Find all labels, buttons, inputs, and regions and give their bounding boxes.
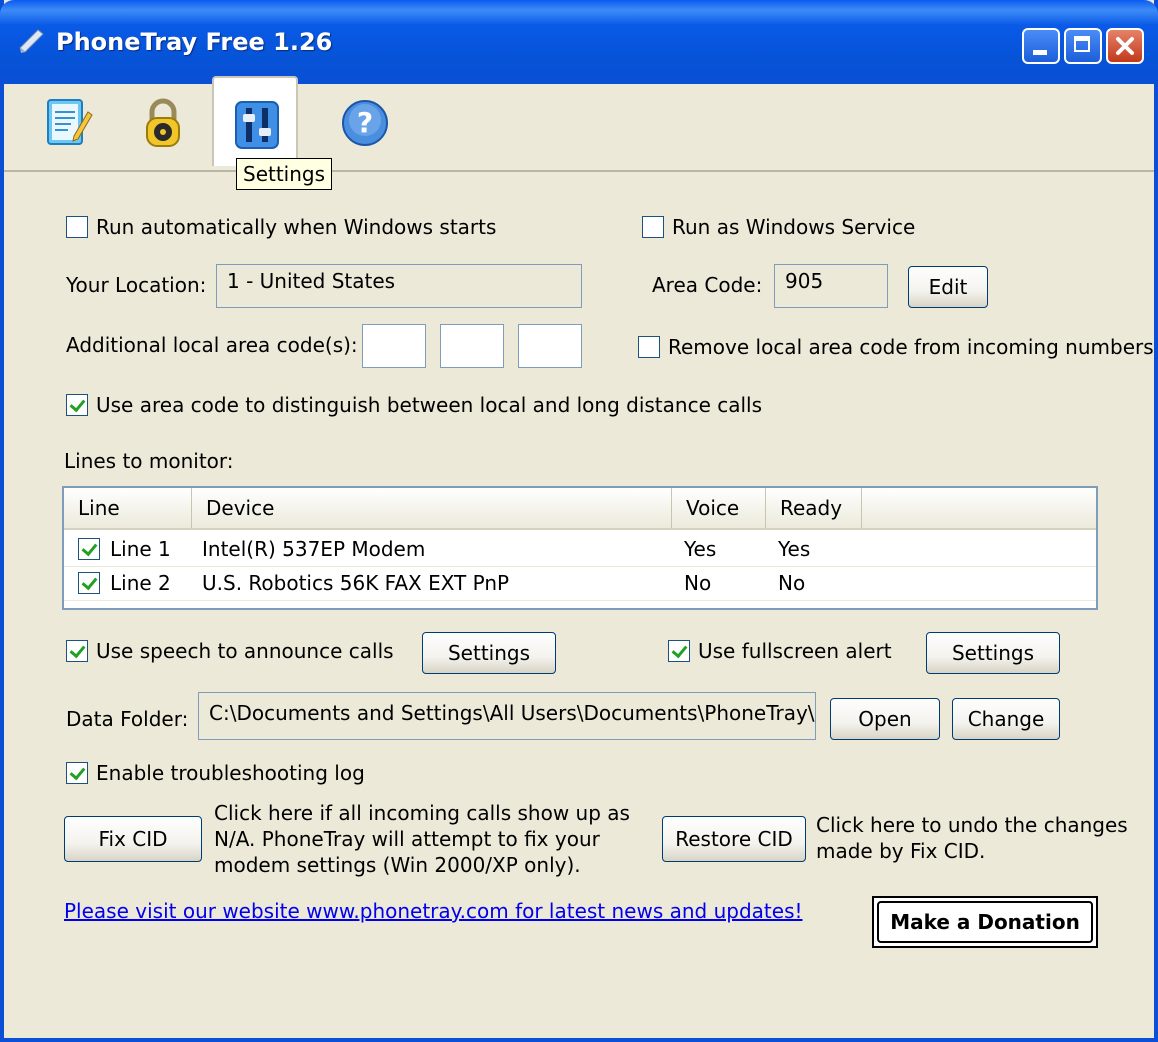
website-link[interactable]: Please visit our website www.phonetray.c…	[64, 898, 803, 924]
tool-help[interactable]: ?	[320, 76, 406, 166]
table-header: Line Device Voice Ready	[64, 488, 1096, 530]
restore-cid-description: Click here to undo the changes made by F…	[816, 812, 1128, 864]
donate-label: Make a Donation	[877, 901, 1093, 943]
tool-settings[interactable]	[212, 76, 298, 166]
column-header-line[interactable]: Line	[64, 488, 192, 528]
restore-cid-text-line: Click here to undo the changes	[816, 813, 1128, 837]
notepad-icon	[47, 99, 93, 145]
ready-cell: Yes	[778, 537, 811, 561]
remove-local-checkbox[interactable]	[638, 336, 660, 358]
run-service-label: Run as Windows Service	[672, 215, 916, 239]
additional-code-1-input[interactable]	[362, 324, 426, 368]
troubleshooting-checkbox[interactable]	[66, 762, 88, 784]
data-folder-field[interactable]: C:\Documents and Settings\All Users\Docu…	[198, 692, 816, 740]
line-cell: Line 1	[110, 537, 171, 561]
column-header-ready[interactable]: Ready	[766, 488, 862, 528]
svg-text:?: ?	[357, 106, 373, 139]
fix-cid-button[interactable]: Fix CID	[64, 816, 202, 862]
padlock-icon	[146, 98, 180, 147]
fullscreen-label: Use fullscreen alert	[698, 639, 892, 663]
maximize-button[interactable]	[1064, 28, 1102, 64]
line-2-checkbox[interactable]	[78, 572, 100, 594]
change-folder-button[interactable]: Change	[952, 698, 1060, 740]
additional-code-3-input[interactable]	[518, 324, 582, 368]
lines-label: Lines to monitor:	[64, 449, 234, 473]
column-header-voice[interactable]: Voice	[672, 488, 766, 528]
speech-label: Use speech to announce calls	[96, 639, 394, 663]
location-field[interactable]: 1 - United States	[216, 264, 582, 308]
device-cell: U.S. Robotics 56K FAX EXT PnP	[202, 571, 510, 595]
remove-local-label: Remove local area code from incoming num…	[668, 335, 1154, 359]
table-row[interactable]: Line 1 Intel(R) 537EP Modem Yes Yes	[64, 532, 1096, 567]
additional-codes-label: Additional local area code(s):	[66, 333, 358, 357]
ready-cell: No	[778, 571, 806, 595]
phone-tray-app-icon	[19, 29, 44, 53]
lines-table: Line Device Voice Ready Line 1 Intel(R) …	[62, 486, 1098, 610]
voice-cell: Yes	[684, 537, 717, 561]
run-service-checkbox[interactable]	[642, 216, 664, 238]
fix-cid-text-line: Click here if all incoming calls show up…	[214, 801, 630, 825]
fix-cid-description: Click here if all incoming calls show up…	[214, 800, 630, 878]
minimize-button[interactable]	[1022, 28, 1060, 64]
settings-tooltip: Settings	[236, 158, 333, 190]
restore-cid-text-line: made by Fix CID.	[816, 839, 986, 863]
line-1-checkbox[interactable]	[78, 538, 100, 560]
speech-settings-button[interactable]: Settings	[422, 632, 556, 674]
fix-cid-text-line: modem settings (Win 2000/XP only).	[214, 853, 581, 877]
window-title: PhoneTray Free 1.26	[56, 28, 333, 56]
run-auto-label: Run automatically when Windows starts	[96, 215, 497, 239]
table-row[interactable]: Line 2 U.S. Robotics 56K FAX EXT PnP No …	[64, 566, 1096, 601]
use-area-code-label: Use area code to distinguish between loc…	[96, 393, 763, 417]
restore-cid-button[interactable]: Restore CID	[662, 816, 806, 862]
open-folder-button[interactable]: Open	[830, 698, 940, 740]
fix-cid-text-line: N/A. PhoneTray will attempt to fix your	[214, 827, 600, 851]
use-area-code-checkbox[interactable]	[66, 394, 88, 416]
voice-cell: No	[684, 571, 712, 595]
edit-area-code-button[interactable]: Edit	[908, 266, 988, 308]
tool-lock[interactable]	[118, 76, 204, 166]
fullscreen-checkbox[interactable]	[668, 640, 690, 662]
speech-checkbox[interactable]	[66, 640, 88, 662]
toolbar: ?	[4, 70, 1154, 172]
fullscreen-settings-button[interactable]: Settings	[926, 632, 1060, 674]
close-button[interactable]	[1106, 28, 1144, 64]
area-code-field[interactable]: 905	[774, 264, 888, 308]
column-header-device[interactable]: Device	[192, 488, 672, 528]
help-icon: ?	[342, 100, 388, 146]
device-cell: Intel(R) 537EP Modem	[202, 537, 426, 561]
settings-sliders-icon	[235, 101, 279, 149]
donate-button[interactable]: Make a Donation	[872, 896, 1098, 948]
close-icon	[1116, 37, 1134, 55]
run-auto-checkbox[interactable]	[66, 216, 88, 238]
line-cell: Line 2	[110, 571, 171, 595]
data-folder-label: Data Folder:	[66, 707, 189, 731]
additional-code-2-input[interactable]	[440, 324, 504, 368]
tool-log[interactable]	[24, 76, 110, 166]
troubleshooting-label: Enable troubleshooting log	[96, 761, 365, 785]
area-code-label: Area Code:	[652, 273, 763, 297]
location-label: Your Location:	[66, 273, 207, 297]
